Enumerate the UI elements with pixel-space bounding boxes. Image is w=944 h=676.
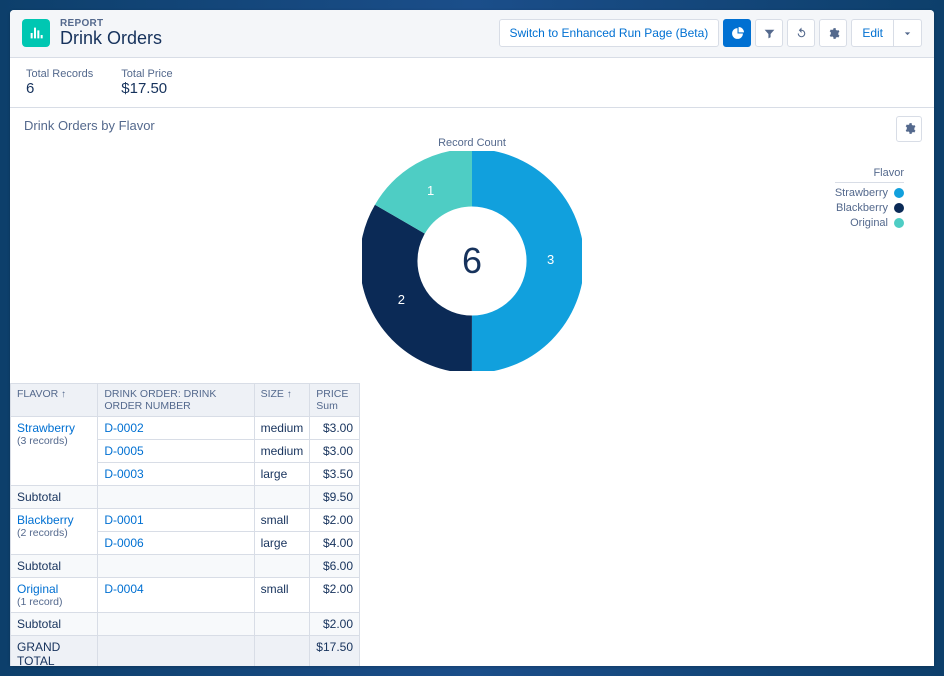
toggle-chart-button[interactable] — [723, 19, 751, 47]
cell-size: large — [254, 531, 310, 554]
donut-slice-label: 1 — [427, 183, 434, 198]
cell-size: medium — [254, 439, 310, 462]
cell-price: $4.00 — [310, 531, 360, 554]
report-table: FLAVOR DRINK ORDER: DRINK ORDER NUMBER S… — [10, 383, 360, 666]
switch-enhanced-button[interactable]: Switch to Enhanced Run Page (Beta) — [499, 19, 720, 47]
order-link[interactable]: D-0006 — [104, 536, 143, 550]
metric-total-price: Total Price $17.50 — [121, 68, 172, 97]
table-row: Strawberry(3 records)D-0002medium$3.00 — [11, 416, 360, 439]
order-link[interactable]: D-0002 — [104, 421, 143, 435]
settings-button[interactable] — [819, 19, 847, 47]
chart-title: Drink Orders by Flavor — [24, 118, 920, 133]
chart-legend: Flavor Strawberry Blackberry Original — [835, 167, 904, 232]
order-link[interactable]: D-0003 — [104, 467, 143, 481]
metric-label: Total Records — [26, 68, 93, 80]
subtotal-row: Subtotal$9.50 — [11, 485, 360, 508]
table-row: Blackberry(2 records)D-0001small$2.00 — [11, 508, 360, 531]
metric-value: $17.50 — [121, 80, 172, 97]
col-order[interactable]: DRINK ORDER: DRINK ORDER NUMBER — [98, 383, 254, 416]
refresh-button[interactable] — [787, 19, 815, 47]
flavor-count: (1 record) — [17, 596, 91, 608]
subtotal-row: Subtotal$2.00 — [11, 612, 360, 635]
legend-item[interactable]: Strawberry — [835, 187, 904, 199]
flavor-count: (3 records) — [17, 435, 91, 447]
metric-total-records: Total Records 6 — [26, 68, 93, 97]
donut-slice-label: 3 — [547, 252, 554, 267]
cell-price: $3.00 — [310, 439, 360, 462]
cell-price: $3.50 — [310, 462, 360, 485]
donut-chart: 6 321 — [362, 151, 582, 371]
edit-dropdown-button[interactable] — [894, 19, 922, 47]
grand-total-row: GRAND TOTAL(6 RECORDS)$17.50 — [11, 635, 360, 666]
legend-swatch — [894, 218, 904, 228]
cell-size: small — [254, 577, 310, 612]
flavor-link[interactable]: Blackberry — [17, 513, 74, 527]
chart-subtitle: Record Count — [438, 137, 506, 149]
cell-size: small — [254, 508, 310, 531]
legend-label: Original — [850, 217, 888, 229]
flavor-count: (2 records) — [17, 527, 91, 539]
col-price[interactable]: PRICE Sum — [310, 383, 360, 416]
order-link[interactable]: D-0004 — [104, 582, 143, 596]
report-icon — [22, 19, 50, 47]
cell-price: $2.00 — [310, 508, 360, 531]
legend-swatch — [894, 188, 904, 198]
order-link[interactable]: D-0005 — [104, 444, 143, 458]
cell-size: large — [254, 462, 310, 485]
legend-item[interactable]: Blackberry — [835, 202, 904, 214]
metric-label: Total Price — [121, 68, 172, 80]
legend-title: Flavor — [835, 167, 904, 183]
metric-value: 6 — [26, 80, 93, 97]
cell-size: medium — [254, 416, 310, 439]
legend-label: Strawberry — [835, 187, 888, 199]
flavor-link[interactable]: Original — [17, 582, 58, 596]
page-title: Drink Orders — [60, 29, 162, 49]
cell-price: $3.00 — [310, 416, 360, 439]
col-size[interactable]: SIZE — [254, 383, 310, 416]
legend-item[interactable]: Original — [835, 217, 904, 229]
report-header: REPORT Drink Orders Switch to Enhanced R… — [10, 10, 934, 57]
cell-price: $2.00 — [310, 577, 360, 612]
order-link[interactable]: D-0001 — [104, 513, 143, 527]
edit-button[interactable]: Edit — [851, 19, 894, 47]
legend-swatch — [894, 203, 904, 213]
chart-card: Drink Orders by Flavor Record Count 6 32… — [10, 108, 934, 377]
table-row: Original(1 record) D-0004 small$2.00 — [11, 577, 360, 612]
flavor-link[interactable]: Strawberry — [17, 421, 75, 435]
summary-bar: Total Records 6 Total Price $17.50 — [10, 57, 934, 108]
donut-slice-label: 2 — [398, 292, 405, 307]
subtotal-row: Subtotal$6.00 — [11, 554, 360, 577]
legend-label: Blackberry — [836, 202, 888, 214]
col-flavor[interactable]: FLAVOR — [11, 383, 98, 416]
filter-button[interactable] — [755, 19, 783, 47]
